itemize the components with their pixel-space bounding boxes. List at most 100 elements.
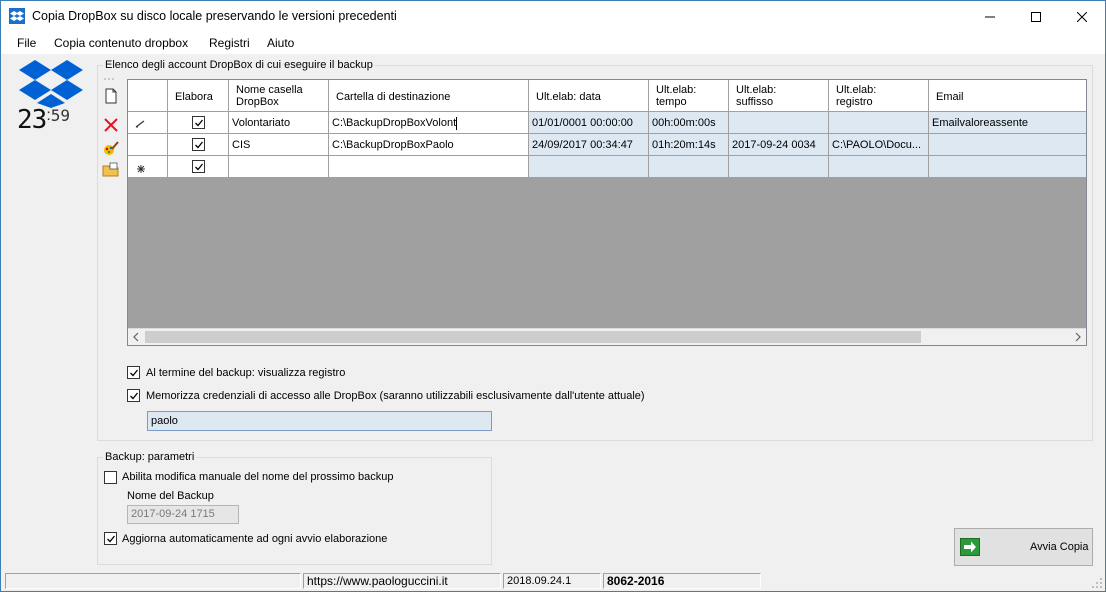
table-cell-email: Emailvaloreassente <box>929 112 1086 134</box>
table-cell-cartella[interactable]: C:\BackupDropBoxPaolo <box>329 134 529 156</box>
table-cell-nome[interactable]: Volontariato <box>229 112 329 134</box>
grid-header-text: Ult.elab: <box>836 84 877 96</box>
manual-name-label[interactable]: Abilita modifica manuale del nome del pr… <box>122 471 393 483</box>
edit-button[interactable] <box>102 139 120 157</box>
menu-copia-contenuto[interactable]: Copia contenuto dropbox <box>54 36 188 50</box>
close-button[interactable] <box>1059 1 1105 32</box>
new-row-button[interactable] <box>102 87 120 105</box>
status-website[interactable]: https://www.paologuccini.it <box>303 573 501 589</box>
grid-header-text: tempo <box>656 96 687 108</box>
pencil-icon <box>135 120 145 128</box>
table-cell-tempo: 01h:20m:14s <box>649 134 729 156</box>
window-title: Copia DropBox su disco locale preservand… <box>32 9 397 23</box>
table-cell-elabora[interactable] <box>168 134 229 156</box>
table-cell-tempo <box>649 156 729 178</box>
table-cell-nome[interactable]: CIS <box>229 134 329 156</box>
menu-registri[interactable]: Registri <box>209 36 250 50</box>
auto-update-checkbox[interactable] <box>104 532 117 545</box>
grid-header-text: Ult.elab: <box>656 84 697 96</box>
table-cell-cartella[interactable]: C:\BackupDropBoxVolont <box>329 112 529 134</box>
row-selector-new[interactable] <box>128 156 168 178</box>
grid-header-data[interactable]: Ult.elab: data <box>529 80 649 112</box>
app-icon <box>9 8 25 24</box>
toolbar-grip-icon <box>104 78 114 80</box>
backup-params-group-label: Backup: parametri <box>103 451 197 463</box>
table-cell-suffisso <box>729 156 829 178</box>
avvia-copia-button[interactable]: Avvia Copia <box>954 528 1093 566</box>
checkmark-icon <box>194 163 203 170</box>
grid-header-text: suffisso <box>736 96 774 108</box>
delete-icon <box>104 118 118 132</box>
logo-clock: 23:59 <box>17 106 91 134</box>
table-cell-email <box>929 156 1086 178</box>
grid-header-text: Email <box>936 91 964 103</box>
maximize-icon <box>1031 11 1041 22</box>
username-field[interactable]: paolo <box>147 411 492 431</box>
grid-header-elabora[interactable]: Elabora <box>168 80 229 112</box>
new-row-asterisk-icon <box>137 165 145 173</box>
menu-aiuto[interactable]: Aiuto <box>267 36 294 50</box>
grid-header-suffisso[interactable]: Ult.elab: suffisso <box>729 80 829 112</box>
menu-bar: File Copia contenuto dropbox Registri Ai… <box>1 32 1105 54</box>
table-cell-elabora[interactable] <box>168 156 229 178</box>
elabora-checkbox[interactable] <box>192 138 205 151</box>
store-credentials-label[interactable]: Memorizza credenziali di accesso alle Dr… <box>146 390 645 402</box>
accounts-group-label: Elenco degli account DropBox di cui eseg… <box>103 59 375 71</box>
status-bar: https://www.paologuccini.it 2018.09.24.1… <box>1 571 1105 591</box>
grid-header-tempo[interactable]: Ult.elab: tempo <box>649 80 729 112</box>
scroll-left-icon[interactable] <box>128 329 145 345</box>
minimize-icon <box>985 16 995 17</box>
table-cell-nome[interactable] <box>229 156 329 178</box>
dropbox-logo-icon <box>19 60 83 108</box>
status-code: 8062-2016 <box>603 573 761 589</box>
store-credentials-checkbox[interactable] <box>127 389 140 402</box>
table-cell-cartella[interactable] <box>329 156 529 178</box>
show-log-checkbox[interactable] <box>127 366 140 379</box>
app-logo: 23:59 <box>15 58 91 136</box>
table-cell-data: 01/01/0001 00:00:00 <box>529 112 649 134</box>
avvia-copia-label: Avvia Copia <box>1030 541 1089 553</box>
text-caret <box>456 116 458 130</box>
checkmark-icon <box>106 535 115 542</box>
show-log-label[interactable]: Al termine del backup: visualizza regist… <box>146 367 345 379</box>
title-bar[interactable]: Copia DropBox su disco locale preservand… <box>1 1 1105 32</box>
auto-update-label[interactable]: Aggiorna automaticamente ad ogni avvio e… <box>122 533 387 545</box>
elabora-checkbox[interactable] <box>192 116 205 129</box>
resize-grip-icon[interactable] <box>1091 577 1103 589</box>
logo-clock-minutes: 59 <box>50 106 71 125</box>
scroll-right-icon[interactable] <box>1069 329 1086 345</box>
grid-header-text: registro <box>836 96 873 108</box>
grid-header-email[interactable]: Email <box>929 80 1086 112</box>
checkmark-icon <box>129 369 138 376</box>
table-cell-elabora[interactable] <box>168 112 229 134</box>
maximize-button[interactable] <box>1013 1 1059 32</box>
scrollbar-thumb[interactable] <box>145 331 921 343</box>
elabora-checkbox[interactable] <box>192 160 205 173</box>
close-icon <box>1077 11 1087 22</box>
checkmark-icon <box>194 119 203 126</box>
grid-header-nome[interactable]: Nome casella DropBox <box>229 80 329 112</box>
grid-header-text: Ult.elab: data <box>536 91 601 103</box>
minimize-button[interactable] <box>967 1 1013 32</box>
row-selector-edit[interactable] <box>128 112 168 134</box>
table-cell-email <box>929 134 1086 156</box>
cell-text: C:\BackupDropBoxVolont <box>332 117 457 129</box>
go-arrow-icon <box>960 538 980 556</box>
grid-header-registro[interactable]: Ult.elab: registro <box>829 80 929 112</box>
status-panel-main <box>5 573 301 589</box>
delete-row-button[interactable] <box>102 116 120 134</box>
grid-header-text: Elabora <box>175 91 213 103</box>
menu-file[interactable]: File <box>17 36 36 50</box>
open-folder-button[interactable] <box>102 161 120 179</box>
accounts-grid[interactable]: Elabora Nome casella DropBox Cartella di … <box>127 79 1087 346</box>
table-cell-registro <box>829 112 929 134</box>
backup-name-field[interactable]: 2017-09-24 1715 <box>127 505 239 524</box>
table-cell-suffisso: 2017-09-24 0034 <box>729 134 829 156</box>
grid-header-cartella[interactable]: Cartella di destinazione <box>329 80 529 112</box>
table-cell-registro: C:\PAOLO\Docu... <box>829 134 929 156</box>
manual-name-checkbox[interactable] <box>104 471 117 484</box>
status-version: 2018.09.24.1 <box>503 573 601 589</box>
row-selector[interactable] <box>128 134 168 156</box>
app-window: Copia DropBox su disco locale preservand… <box>0 0 1106 592</box>
horizontal-scrollbar[interactable] <box>128 328 1086 345</box>
